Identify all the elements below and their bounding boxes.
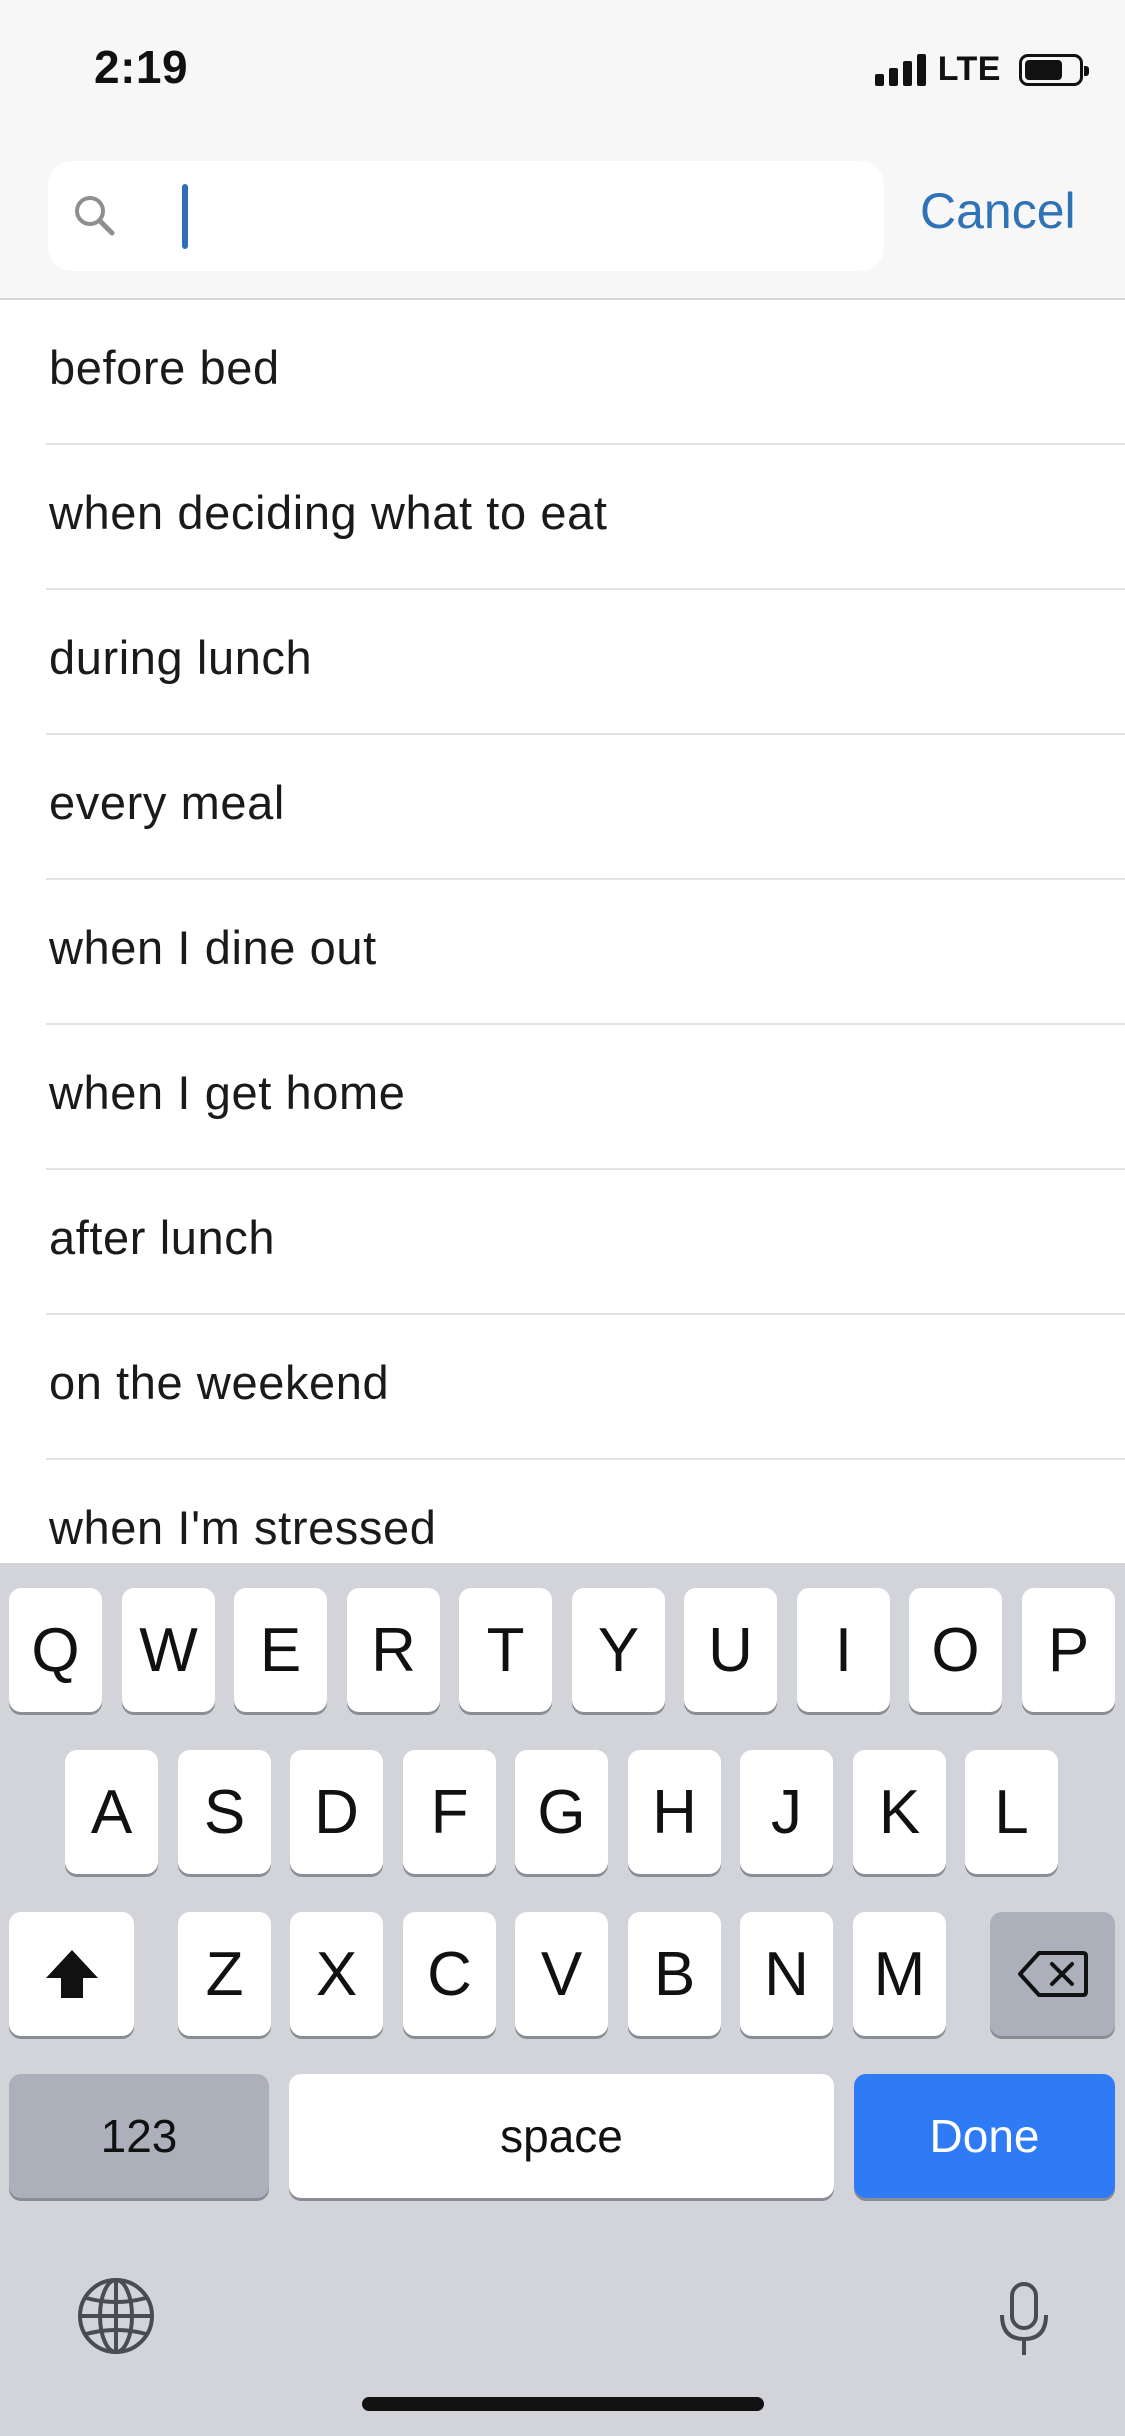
key-o[interactable]: O xyxy=(909,1588,1002,1712)
list-item[interactable]: before bed xyxy=(46,300,1125,445)
list-item[interactable]: after lunch xyxy=(46,1170,1125,1315)
key-s[interactable]: S xyxy=(178,1750,271,1874)
key-b[interactable]: B xyxy=(628,1912,721,2036)
space-key[interactable]: space xyxy=(289,2074,834,2198)
key-e[interactable]: E xyxy=(234,1588,327,1712)
key-c[interactable]: C xyxy=(403,1912,496,2036)
key-p[interactable]: P xyxy=(1022,1588,1115,1712)
key-k[interactable]: K xyxy=(853,1750,946,1874)
key-a[interactable]: A xyxy=(65,1750,158,1874)
keyboard: Q W E R T Y U I O P A S D F G H J K L Z … xyxy=(0,1563,1125,2436)
search-icon xyxy=(75,196,115,236)
key-q[interactable]: Q xyxy=(9,1588,102,1712)
cancel-button[interactable]: Cancel xyxy=(920,182,1076,240)
network-type: LTE xyxy=(937,50,1001,88)
globe-icon[interactable] xyxy=(76,2276,156,2356)
key-j[interactable]: J xyxy=(740,1750,833,1874)
battery-icon xyxy=(1019,53,1089,86)
list-item[interactable]: when I dine out xyxy=(46,880,1125,1025)
list-item[interactable]: on the weekend xyxy=(46,1315,1125,1460)
home-indicator[interactable] xyxy=(362,2397,764,2411)
done-button[interactable]: Done xyxy=(854,2074,1115,2198)
cellular-signal-icon xyxy=(874,53,926,86)
list-item[interactable]: every meal xyxy=(46,735,1125,880)
shift-icon xyxy=(45,1950,98,1998)
key-h[interactable]: H xyxy=(628,1750,721,1874)
microphone-icon[interactable] xyxy=(996,2281,1052,2359)
delete-icon xyxy=(1017,1951,1088,1997)
key-f[interactable]: F xyxy=(403,1750,496,1874)
key-m[interactable]: M xyxy=(853,1912,946,2036)
suggestion-list: before bed when deciding what to eat dur… xyxy=(0,300,1125,1605)
key-t[interactable]: T xyxy=(459,1588,552,1712)
key-u[interactable]: U xyxy=(684,1588,777,1712)
shift-key[interactable] xyxy=(9,1912,134,2036)
key-d[interactable]: D xyxy=(290,1750,383,1874)
key-v[interactable]: V xyxy=(515,1912,608,2036)
numbers-key[interactable]: 123 xyxy=(9,2074,269,2198)
key-z[interactable]: Z xyxy=(178,1912,271,2036)
key-r[interactable]: R xyxy=(347,1588,440,1712)
list-item[interactable]: when I get home xyxy=(46,1025,1125,1170)
delete-key[interactable] xyxy=(990,1912,1115,2036)
key-w[interactable]: W xyxy=(122,1588,215,1712)
text-caret xyxy=(182,184,188,249)
status-time: 2:19 xyxy=(94,41,189,93)
key-i[interactable]: I xyxy=(797,1588,890,1712)
key-y[interactable]: Y xyxy=(572,1588,665,1712)
key-n[interactable]: N xyxy=(740,1912,833,2036)
list-item[interactable]: when deciding what to eat xyxy=(46,445,1125,590)
top-bar: 2:19 LTE Cancel xyxy=(0,0,1125,300)
search-input[interactable] xyxy=(198,161,858,271)
list-item[interactable]: during lunch xyxy=(46,590,1125,735)
key-x[interactable]: X xyxy=(290,1912,383,2036)
status-indicators: LTE xyxy=(874,50,1089,89)
search-field[interactable] xyxy=(48,161,884,271)
key-g[interactable]: G xyxy=(515,1750,608,1874)
key-l[interactable]: L xyxy=(965,1750,1058,1874)
